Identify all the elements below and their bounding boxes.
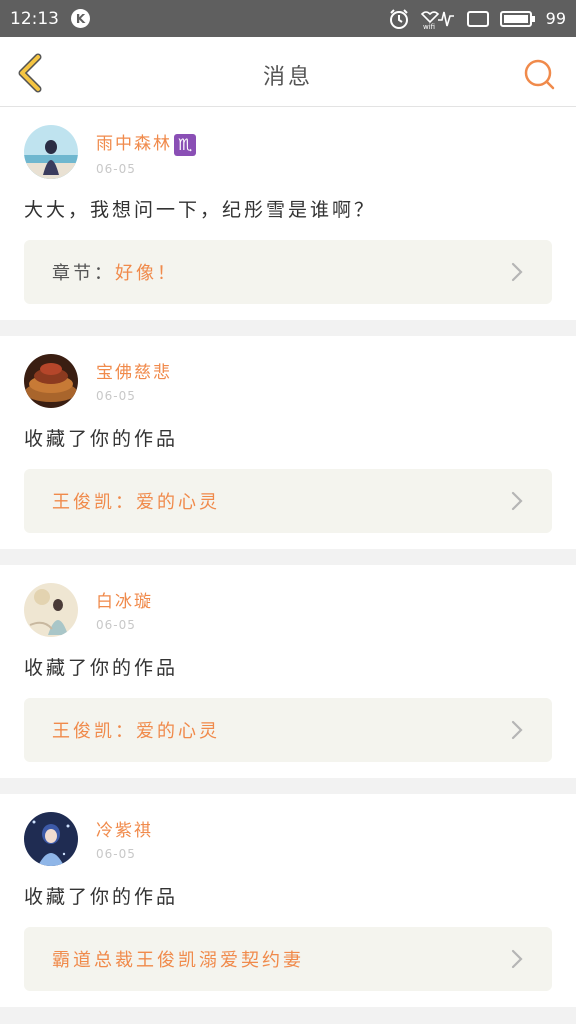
message-date: 06-05 — [96, 847, 136, 861]
message-meta: 雨中森林 ♏ 06-05 — [96, 125, 196, 176]
link-title: 好像！ — [115, 263, 178, 284]
message-card: 宝佛慈悲 06-05 收藏了你的作品 王俊凯：爱的心灵 — [0, 336, 576, 549]
avatar[interactable] — [24, 812, 78, 866]
chevron-right-icon — [511, 720, 523, 740]
status-right: wifi 99 — [388, 8, 566, 30]
scorpio-icon: ♏ — [174, 133, 196, 156]
page-title: 消息 — [262, 65, 313, 90]
username[interactable]: 宝佛慈悲 — [96, 358, 172, 383]
message-text: 大大，我想问一下，纪彤雪是谁啊？ — [24, 199, 377, 221]
alarm-icon — [388, 8, 410, 30]
message-card: 白冰璇 06-05 收藏了你的作品 王俊凯：爱的心灵 — [0, 565, 576, 778]
username[interactable]: 冷紫祺 — [96, 816, 153, 841]
status-bar: 12:13 K wifi 99 — [0, 0, 576, 37]
status-left: 12:13 K — [10, 9, 90, 29]
username-row: 雨中森林 ♏ — [96, 129, 196, 156]
message-header: 冷紫祺 06-05 — [24, 812, 552, 866]
battery-level: 99 — [545, 9, 566, 28]
chapter-link[interactable]: 章节： 好像！ — [24, 240, 552, 304]
message-text: 收藏了你的作品 — [24, 886, 179, 908]
avatar[interactable] — [24, 583, 78, 637]
message-card: 冷紫祺 06-05 收藏了你的作品 霸道总裁王俊凯溺爱契约妻 — [0, 794, 576, 1007]
link-title: 王俊凯：爱的心灵 — [52, 721, 220, 742]
username[interactable]: 白冰璇 — [96, 587, 153, 612]
message-date: 06-05 — [96, 389, 136, 403]
message-text: 收藏了你的作品 — [24, 428, 179, 450]
message-header: 白冰璇 06-05 — [24, 583, 552, 637]
message-meta: 冷紫祺 06-05 — [96, 812, 153, 861]
search-icon — [524, 59, 555, 90]
chevron-right-icon — [511, 262, 523, 282]
message-header: 宝佛慈悲 06-05 — [24, 354, 552, 408]
link-title: 王俊凯：爱的心灵 — [52, 492, 220, 513]
message-text: 收藏了你的作品 — [24, 657, 179, 679]
screen-rotate-icon — [466, 9, 490, 29]
link-title: 霸道总裁王俊凯溺爱契约妻 — [52, 950, 304, 971]
avatar[interactable] — [24, 125, 78, 179]
message-header: 雨中森林 ♏ 06-05 — [24, 125, 552, 179]
app-badge-icon: K — [71, 9, 90, 28]
chevron-right-icon — [511, 949, 523, 969]
message-meta: 白冰璇 06-05 — [96, 583, 153, 632]
battery-icon — [499, 9, 536, 29]
message-card: 雨中森林 ♏ 06-05 大大，我想问一下，纪彤雪是谁啊？ 章节： 好像！ — [0, 107, 576, 320]
work-link[interactable]: 王俊凯：爱的心灵 — [24, 469, 552, 533]
message-list: 雨中森林 ♏ 06-05 大大，我想问一下，纪彤雪是谁啊？ 章节： 好像！ 宝佛… — [0, 107, 576, 1007]
username[interactable]: 雨中森林 — [96, 134, 172, 154]
wifi-icon: wifi — [420, 8, 456, 30]
search-button[interactable] — [522, 57, 556, 91]
message-date: 06-05 — [96, 618, 136, 632]
work-link[interactable]: 霸道总裁王俊凯溺爱契约妻 — [24, 927, 552, 991]
chevron-right-icon — [511, 491, 523, 511]
svg-text:wifi: wifi — [423, 23, 435, 30]
avatar[interactable] — [24, 354, 78, 408]
status-time: 12:13 — [10, 8, 59, 29]
link-label: 章节： — [52, 263, 115, 284]
header: 消息 — [0, 37, 576, 107]
page: 12:13 K wifi 99 消息 雨中森林 ♏ 06-05 大大，我想问一下… — [0, 0, 576, 1024]
message-meta: 宝佛慈悲 06-05 — [96, 354, 172, 403]
message-date: 06-05 — [96, 161, 136, 176]
work-link[interactable]: 王俊凯：爱的心灵 — [24, 698, 552, 762]
